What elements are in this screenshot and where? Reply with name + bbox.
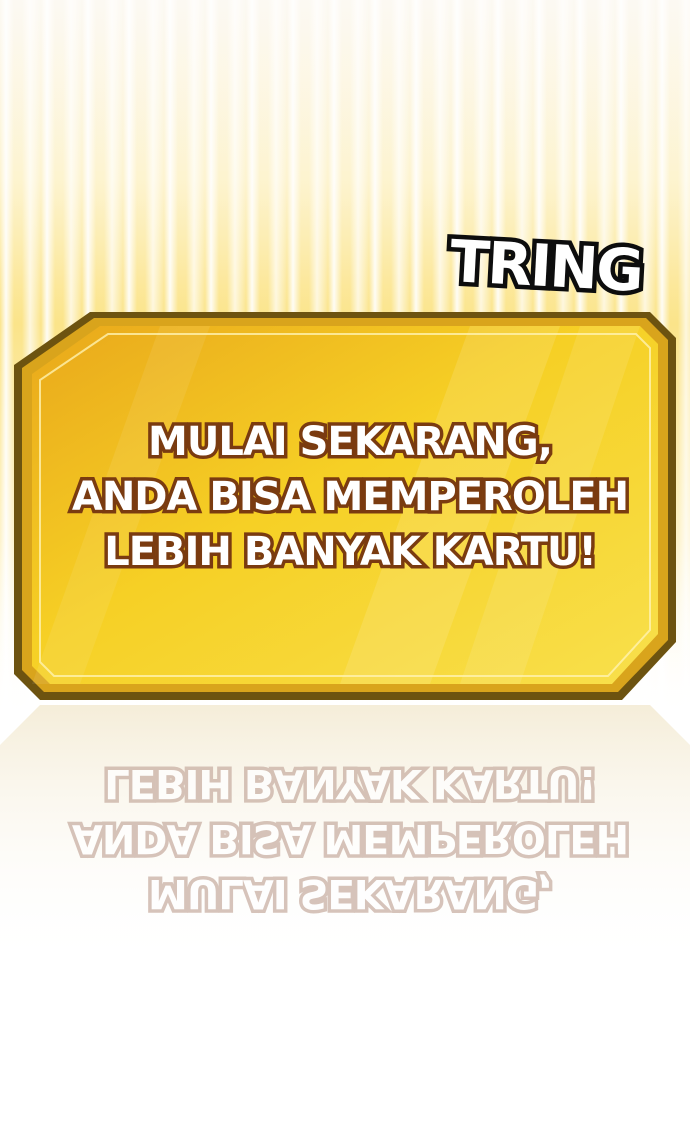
card-message-reflection: MULAI SEKARANG, ANDA BISA MEMPEROLEH LEB… [60,755,640,920]
sound-effect-text: TRING [444,223,648,310]
reflection-line: MULAI SEKARANG, [145,867,556,920]
message-line: MULAI SEKARANG, [145,416,557,469]
card-message: MULAI SEKARANG, ANDA BISA MEMPEROLEH LEB… [60,415,640,580]
message-line: ANDA BISA MEMPEROLEH [68,471,632,524]
reflection-line: LEBIH BANYAK KARTU! [101,757,600,810]
reflection-line: ANDA BISA MEMPEROLEH [68,812,631,865]
message-line: LEBIH BANYAK KARTU! [101,526,601,579]
